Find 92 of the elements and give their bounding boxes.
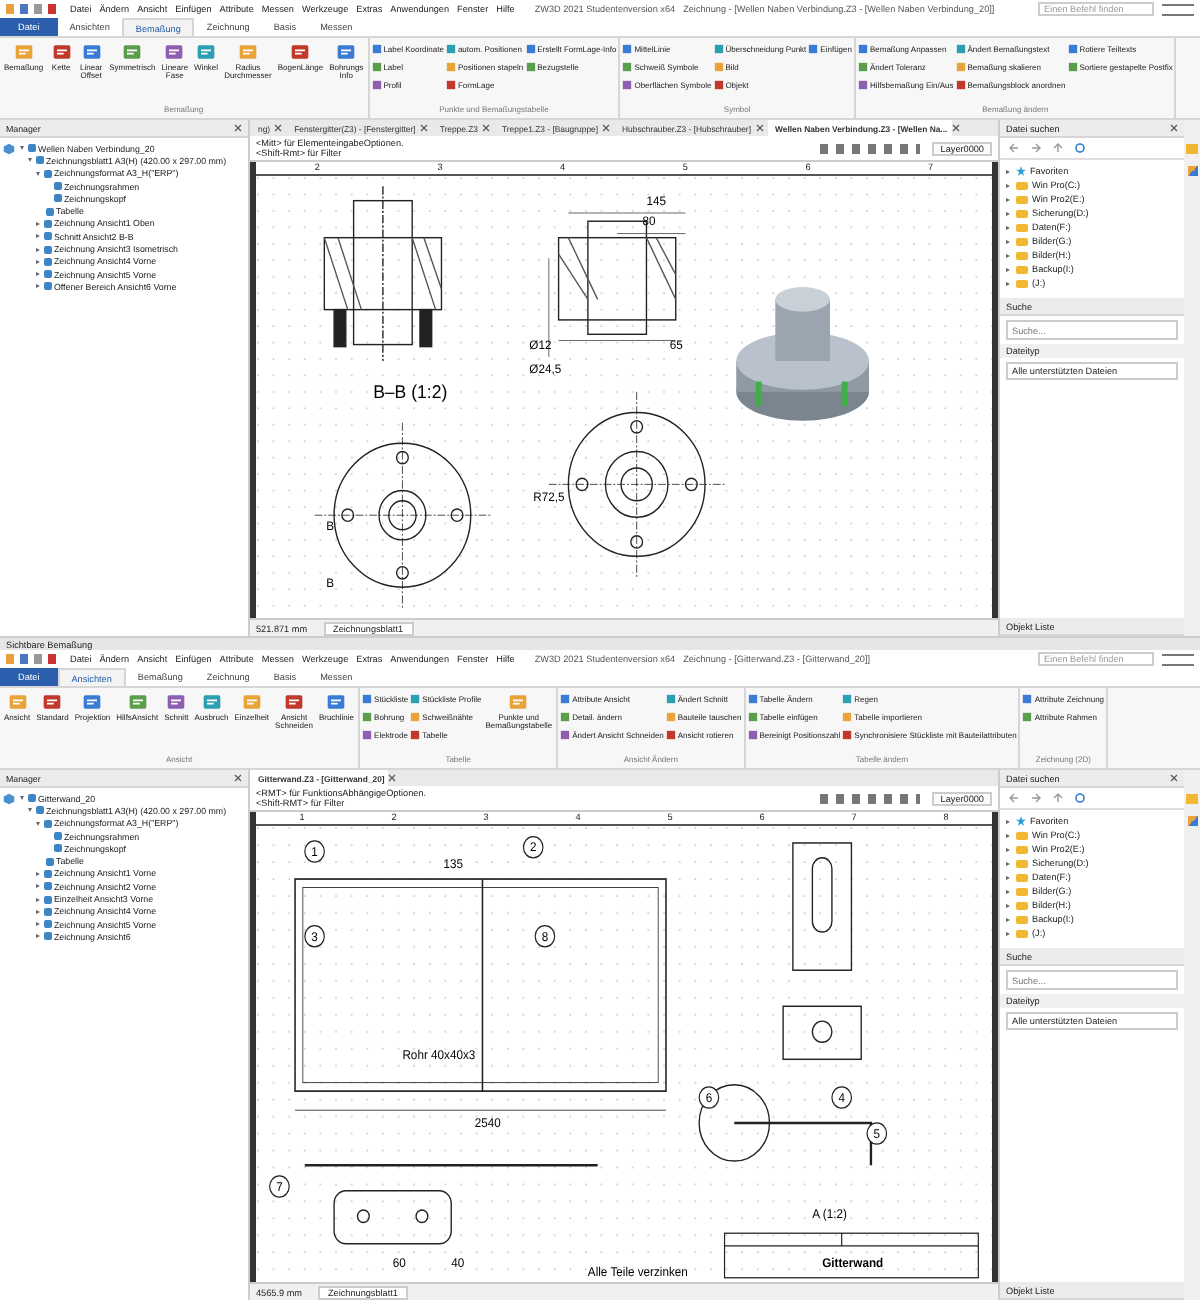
collapse-arrow-icon[interactable] (20, 146, 24, 151)
expand-arrow-icon[interactable] (1006, 847, 1010, 851)
expand-arrow-icon[interactable] (1006, 281, 1010, 285)
expand-arrow-icon[interactable] (1006, 267, 1010, 271)
expand-arrow-icon[interactable] (1006, 819, 1010, 823)
collapse-arrow-icon[interactable] (36, 821, 40, 826)
expand-arrow-icon[interactable] (1006, 169, 1010, 173)
back-arrow-icon[interactable] (1008, 792, 1020, 804)
tree-node-icon (44, 282, 52, 291)
collapse-arrow-icon[interactable] (28, 158, 32, 163)
up-arrow-icon[interactable] (1052, 792, 1064, 804)
collapse-arrow-icon[interactable] (36, 171, 40, 176)
close-icon[interactable] (1170, 774, 1178, 782)
close-icon[interactable] (234, 124, 242, 132)
expand-arrow-icon[interactable] (1006, 225, 1010, 229)
expand-arrow-icon[interactable] (36, 897, 40, 902)
tree-node-icon (44, 270, 52, 279)
close-icon[interactable] (481, 124, 490, 132)
expand-arrow-icon[interactable] (36, 909, 40, 914)
tree-node-icon (28, 144, 36, 153)
tree-node-icon (44, 920, 52, 929)
expand-arrow-icon[interactable] (36, 884, 40, 889)
tree-node-icon (44, 932, 52, 941)
refresh-icon[interactable] (1074, 142, 1086, 154)
expand-arrow-icon[interactable] (1006, 197, 1010, 201)
expand-arrow-icon[interactable] (36, 272, 40, 277)
close-icon[interactable] (755, 124, 763, 132)
expand-arrow-icon[interactable] (1006, 861, 1010, 865)
tree-node-icon (44, 232, 52, 241)
toolbar-icon[interactable] (820, 793, 921, 803)
quick-access-icon[interactable] (6, 4, 62, 14)
expand-arrow-icon[interactable] (1006, 875, 1010, 879)
window-controls-icon[interactable] (1162, 3, 1194, 15)
expand-arrow-icon[interactable] (36, 259, 40, 264)
cube-icon (2, 142, 16, 156)
tree-node-icon (36, 156, 44, 165)
pencil-icon[interactable] (1187, 166, 1197, 176)
tree-node-icon (44, 907, 52, 916)
forward-arrow-icon[interactable] (1030, 792, 1042, 804)
tree-node-icon (44, 219, 52, 228)
close-icon[interactable] (388, 774, 397, 782)
expand-arrow-icon[interactable] (1006, 889, 1010, 893)
close-icon[interactable] (951, 124, 960, 132)
forward-arrow-icon[interactable] (1030, 142, 1042, 154)
expand-arrow-icon[interactable] (1006, 211, 1010, 215)
tool-icon (808, 43, 819, 53)
expand-arrow-icon[interactable] (36, 234, 40, 239)
expand-arrow-icon[interactable] (1006, 931, 1010, 935)
close-icon[interactable] (274, 124, 283, 132)
close-icon[interactable] (602, 124, 611, 132)
close-icon[interactable] (234, 774, 242, 782)
expand-arrow-icon[interactable] (36, 247, 40, 252)
window-controls-icon[interactable] (1162, 653, 1194, 665)
tree-node-icon (44, 245, 52, 254)
toolbar-icon[interactable] (820, 143, 921, 153)
up-arrow-icon[interactable] (1052, 142, 1064, 154)
tree-node-icon (44, 895, 52, 904)
tree-node-icon (54, 194, 62, 203)
pencil-icon[interactable] (1187, 816, 1197, 826)
expand-arrow-icon[interactable] (1006, 183, 1010, 187)
close-icon[interactable] (419, 124, 428, 132)
tree-node-icon (46, 207, 54, 216)
expand-arrow-icon[interactable] (36, 922, 40, 927)
tree-node-icon (36, 806, 44, 815)
tree-node-icon (44, 169, 52, 178)
tree-node-icon (28, 794, 36, 803)
tree-node-icon (44, 882, 52, 891)
tree-node-icon (44, 257, 52, 266)
expand-arrow-icon[interactable] (1006, 253, 1010, 257)
refresh-icon[interactable] (1074, 792, 1086, 804)
collapse-arrow-icon[interactable] (28, 808, 32, 813)
expand-arrow-icon[interactable] (1006, 239, 1010, 243)
tree-node-icon (44, 819, 52, 828)
expand-arrow-icon[interactable] (1006, 903, 1010, 907)
expand-arrow-icon[interactable] (36, 871, 40, 876)
tree-node-icon (44, 869, 52, 878)
expand-arrow-icon[interactable] (36, 934, 40, 939)
tree-node-icon (54, 832, 62, 841)
back-arrow-icon[interactable] (1008, 142, 1020, 154)
tree-node-icon (54, 182, 62, 191)
close-icon[interactable] (1170, 124, 1178, 132)
isometric-part-drawing (736, 287, 869, 421)
tree-node-icon (54, 844, 62, 853)
expand-arrow-icon[interactable] (1006, 917, 1010, 921)
cube-icon (2, 792, 16, 806)
drawing-label: B–B (1:2) (373, 381, 448, 403)
quick-access-icon[interactable] (6, 654, 62, 664)
expand-arrow-icon[interactable] (1006, 833, 1010, 837)
expand-arrow-icon[interactable] (36, 221, 40, 226)
collapse-arrow-icon[interactable] (20, 796, 24, 801)
expand-arrow-icon[interactable] (36, 284, 40, 289)
tree-node-icon (46, 857, 54, 866)
